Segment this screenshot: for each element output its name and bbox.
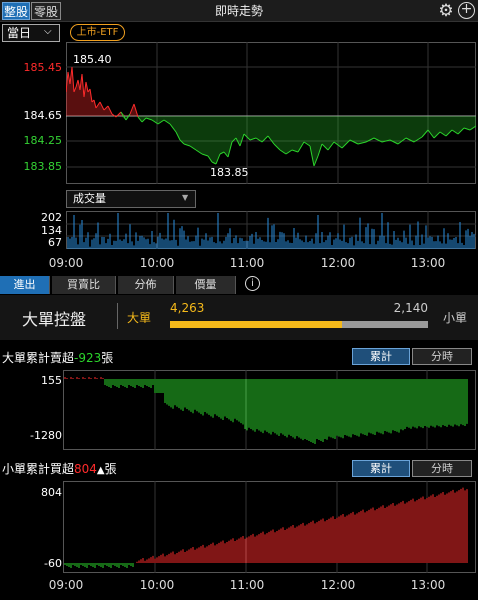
time-tick-label: 13:00 bbox=[410, 578, 446, 592]
tab-odd-lot[interactable]: 零股 bbox=[31, 2, 61, 20]
chevron-down-icon: ⌵ bbox=[44, 26, 52, 37]
big-order-value: 4,263 bbox=[170, 301, 205, 315]
small-cum-axis-label: 804 bbox=[41, 486, 62, 499]
big-cum-hourly-button[interactable]: 分時 bbox=[412, 348, 472, 365]
price-area-up bbox=[66, 67, 476, 116]
tab-whole-share[interactable]: 整股 bbox=[2, 2, 30, 20]
volume-chart[interactable] bbox=[66, 211, 476, 249]
time-tick-label: 10:00 bbox=[139, 256, 175, 270]
tab-distribution[interactable]: 分佈 bbox=[118, 276, 174, 294]
tab-buy-sell-ratio[interactable]: 買賣比 bbox=[52, 276, 116, 294]
price-axis-label-low: 183.85 bbox=[23, 160, 63, 173]
tab-price-volume[interactable]: 價量 bbox=[176, 276, 236, 294]
small-cum-value: 804 bbox=[74, 462, 97, 476]
time-tick-label: 09:00 bbox=[48, 256, 84, 270]
order-ratio-fill bbox=[170, 321, 342, 328]
gear-icon[interactable]: ⚙ bbox=[437, 1, 455, 21]
small-cum-hourly-button[interactable]: 分時 bbox=[412, 460, 472, 477]
time-tick-label: 12:00 bbox=[320, 256, 356, 270]
top-bar bbox=[0, 0, 478, 22]
big-cum-axis-label: 155 bbox=[41, 374, 62, 387]
small-cum-cumulative-button[interactable]: 累計 bbox=[352, 460, 410, 477]
price-axis-label-high: 185.45 bbox=[23, 61, 63, 74]
divider bbox=[117, 303, 118, 329]
time-tick-label: 12:00 bbox=[320, 578, 356, 592]
volume-axis-label: 67 bbox=[48, 236, 62, 249]
price-axis-label-ref: 184.65 bbox=[23, 109, 63, 122]
small-order-label: 小單 bbox=[443, 311, 468, 325]
price-low-label: 183.85 bbox=[210, 166, 249, 179]
dropdown-arrow-icon: ▼ bbox=[182, 193, 189, 202]
time-tick-label: 10:00 bbox=[139, 578, 175, 592]
big-cum-cumulative-button[interactable]: 累計 bbox=[352, 348, 410, 365]
info-icon[interactable]: i bbox=[245, 276, 260, 291]
volume-axis-label: 202 bbox=[41, 211, 62, 224]
price-axis-label-mid: 184.25 bbox=[23, 134, 63, 147]
up-arrow-icon: ▲ bbox=[96, 465, 105, 476]
chart-frame bbox=[66, 42, 476, 184]
chart-frame bbox=[66, 211, 476, 249]
price-high-label: 185.40 bbox=[73, 53, 112, 66]
time-tick-label: 11:00 bbox=[229, 578, 265, 592]
time-tick-label: 13:00 bbox=[410, 256, 446, 270]
big-cum-title: 大單累計賣超-923張 bbox=[2, 351, 114, 365]
big-cum-axis-label: -1280 bbox=[30, 429, 62, 442]
price-chart[interactable]: 185.40 183.85 bbox=[66, 42, 476, 184]
small-cum-chart[interactable] bbox=[63, 481, 476, 573]
big-order-title: 大單控盤 bbox=[22, 310, 87, 329]
big-order-label: 大單 bbox=[127, 311, 152, 325]
small-cum-axis-label: -60 bbox=[44, 557, 62, 570]
market-badge: 上市-ETF bbox=[70, 24, 125, 41]
volume-indicator-select[interactable]: 成交量 bbox=[66, 190, 196, 208]
tab-in-out[interactable]: 進出 bbox=[0, 276, 50, 294]
time-tick-label: 09:00 bbox=[48, 578, 84, 592]
small-cum-title: 小單累計買超804▲張 bbox=[2, 462, 117, 476]
big-cum-value: -923 bbox=[74, 351, 102, 365]
time-tick-label: 11:00 bbox=[229, 256, 265, 270]
big-cum-chart[interactable] bbox=[63, 370, 476, 450]
plus-circle-icon[interactable]: + bbox=[458, 2, 475, 19]
small-order-value: 2,140 bbox=[393, 301, 428, 315]
